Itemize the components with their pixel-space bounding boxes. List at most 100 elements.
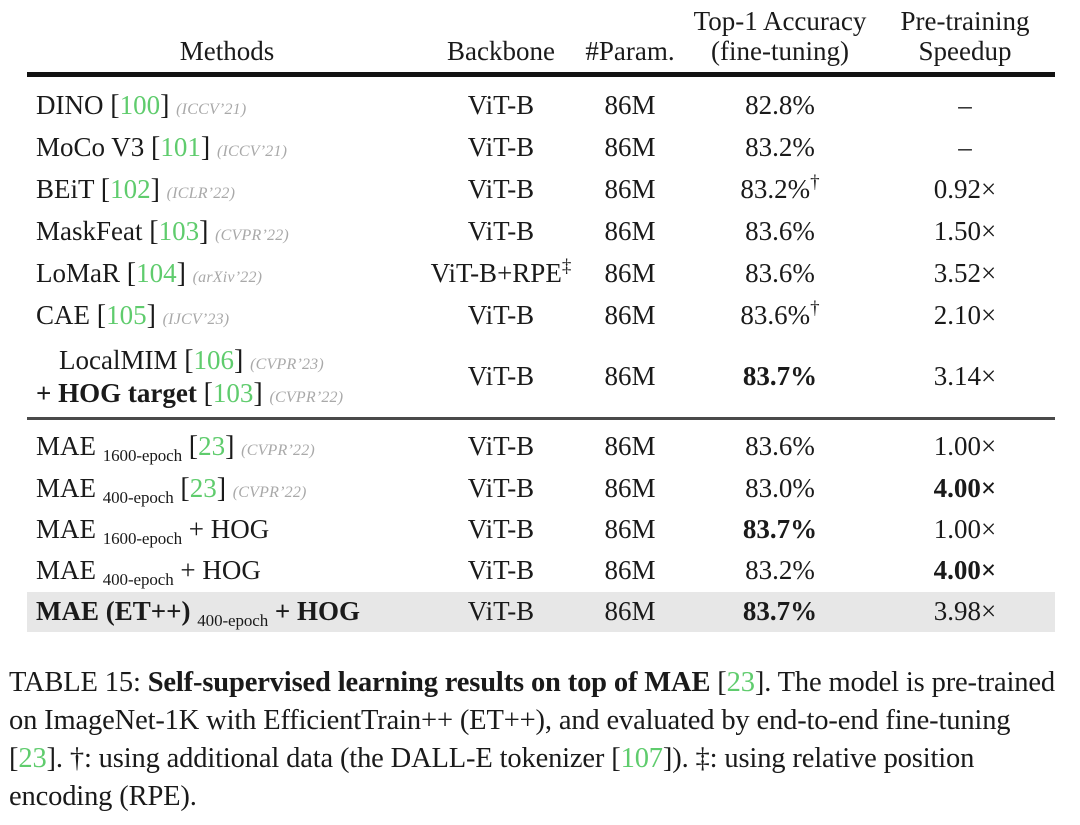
- table-row-localmim: LocalMIM [106] (CVPR’23) + HOG target [1…: [27, 337, 1055, 419]
- cell-accuracy: 83.7%: [685, 591, 875, 633]
- column-header-accuracy: Top-1 Accuracy (fine-tuning): [693, 6, 867, 67]
- dagger-marker: †: [810, 171, 820, 193]
- cell-backbone: ViT-B: [467, 555, 535, 586]
- method-subscript: 400-epoch: [197, 611, 269, 630]
- cell-param: 86M: [604, 555, 656, 586]
- cell-param: 86M: [575, 591, 685, 633]
- cell-method: LocalMIM [106] (CVPR’23) + HOG target [1…: [27, 337, 427, 419]
- cell-speedup: 0.92×: [933, 173, 997, 204]
- cell-accuracy: 82.8%: [745, 89, 815, 120]
- table-body: DINO [100] (ICCV’21) ViT-B 86M 82.8% – M…: [27, 72, 1055, 633]
- method-subscript: 400-epoch: [102, 488, 174, 508]
- cell-param: 86M: [604, 257, 656, 288]
- cell-param: 86M: [604, 360, 656, 391]
- table-row: BEiT [102] (ICLR’22) ViT-B 86M 83.2%† 0.…: [27, 169, 1055, 211]
- cell-method: CAE [105] (IJCV’23): [36, 300, 230, 332]
- method-suffix: + HOG: [188, 514, 270, 545]
- cell-method: LoMaR [104] (arXiv’22): [36, 258, 263, 290]
- cell-speedup: 1.00×: [933, 514, 997, 545]
- cell-method: MaskFeat [103] (CVPR’22): [36, 216, 289, 248]
- table-row: MAE 1600-epoch + HOG ViT-B 86M 83.7% 1.0…: [27, 510, 1055, 551]
- cell-accuracy: 83.2%: [745, 131, 815, 162]
- cell-param: 86M: [604, 430, 656, 461]
- cell-speedup: –: [958, 131, 972, 162]
- rule-middle: [27, 416, 1055, 426]
- table-row: MAE 1600-epoch [23] (CVPR’22) ViT-B 86M …: [27, 426, 1055, 468]
- caption-bold: Self-supervised learning results on top …: [147, 667, 711, 698]
- cell-backbone: ViT-B: [467, 299, 535, 330]
- table-row-highlighted: MAE (ET++) 400-epoch + HOG ViT-B 86M 83.…: [27, 591, 1055, 633]
- results-table: Methods Backbone #Param. Top-1 Accuracy …: [27, 6, 1055, 633]
- method-suffix: + HOG: [274, 596, 361, 626]
- method-subscript: 1600-epoch: [102, 446, 183, 466]
- caption-ref-3[interactable]: 107: [621, 743, 663, 774]
- header-row: Methods Backbone #Param. Top-1 Accuracy …: [27, 6, 1055, 75]
- cell-accuracy: 83.2%: [745, 555, 815, 586]
- caption-ref-1[interactable]: 23: [727, 667, 755, 698]
- cell-method: MoCo V3 [101] (ICCV’21): [36, 132, 288, 163]
- cell-param: 86M: [604, 215, 656, 246]
- cell-backbone: ViT-B: [467, 360, 535, 391]
- cell-speedup: 2.10×: [933, 299, 997, 330]
- cell-backbone: ViT-B: [427, 591, 575, 633]
- cell-method: BEiT [102] (ICLR’22): [36, 174, 236, 206]
- cell-method: MAE 400-epoch [23] (CVPR’22): [36, 473, 307, 508]
- cell-speedup: 3.98×: [875, 591, 1055, 633]
- table-row: DINO [100] (ICCV’21) ViT-B 86M 82.8% –: [27, 84, 1055, 126]
- column-header-param: #Param.: [585, 36, 675, 67]
- method-subscript: 400-epoch: [102, 570, 174, 590]
- cell-speedup: –: [958, 89, 972, 120]
- table-caption: TABLE 15: Self-supervised learning resul…: [9, 667, 1055, 812]
- cell-accuracy: 83.6%: [745, 257, 815, 288]
- cell-param: 86M: [604, 131, 656, 162]
- cell-backbone: ViT-B: [467, 89, 535, 120]
- cell-accuracy: 83.2%†: [740, 171, 820, 204]
- table-row: LoMaR [104] (arXiv’22) ViT-B+RPE‡ 86M 83…: [27, 253, 1055, 295]
- cell-accuracy: 83.6%: [745, 215, 815, 246]
- cell-method: DINO [100] (ICCV’21): [36, 89, 247, 121]
- table-figure: Methods Backbone #Param. Top-1 Accuracy …: [0, 0, 1080, 825]
- cell-backbone: ViT-B: [467, 430, 535, 461]
- cell-backbone: ViT-B: [467, 514, 535, 545]
- cell-method: MAE 1600-epoch + HOG: [36, 514, 270, 549]
- cell-method: MAE 1600-epoch [23] (CVPR’22): [36, 431, 315, 466]
- cell-speedup: 4.00×: [933, 472, 997, 503]
- cell-param: 86M: [604, 89, 656, 120]
- cell-backbone: ViT-B+RPE‡: [430, 255, 572, 288]
- column-header-speedup: Pre-training Speedup: [900, 6, 1030, 67]
- cell-accuracy: 83.7%: [742, 360, 818, 391]
- table-row: MoCo V3 [101] (ICCV’21) ViT-B 86M 83.2% …: [27, 127, 1055, 169]
- cell-speedup: 1.00×: [933, 430, 997, 461]
- cell-backbone: ViT-B: [467, 472, 535, 503]
- cell-param: 86M: [604, 299, 656, 330]
- cell-method: MAE 400-epoch + HOG: [36, 555, 261, 590]
- cell-param: 86M: [604, 173, 656, 204]
- method-suffix: + HOG: [180, 555, 261, 586]
- cell-speedup: 3.52×: [933, 257, 997, 288]
- rule-top: [27, 72, 1055, 85]
- cell-speedup: 3.14×: [933, 360, 997, 391]
- cell-accuracy: 83.7%: [742, 514, 818, 545]
- caption-label: TABLE 15:: [9, 667, 148, 698]
- cell-speedup: 4.00×: [933, 555, 997, 586]
- method-subscript: 1600-epoch: [102, 529, 183, 549]
- cell-method: MAE (ET++) 400-epoch + HOG: [27, 591, 427, 633]
- cell-accuracy: 83.0%: [745, 472, 815, 503]
- table-row: CAE [105] (IJCV’23) ViT-B 86M 83.6%† 2.1…: [27, 295, 1055, 337]
- dagger-marker: †: [810, 297, 820, 319]
- cell-backbone: ViT-B: [467, 131, 535, 162]
- caption-ref-2[interactable]: 23: [18, 743, 46, 774]
- table-header: Methods Backbone #Param. Top-1 Accuracy …: [27, 6, 1055, 75]
- table-row: MAE 400-epoch + HOG ViT-B 86M 83.2% 4.00…: [27, 551, 1055, 592]
- cell-speedup: 1.50×: [933, 215, 997, 246]
- column-header-backbone: Backbone: [447, 36, 555, 67]
- caption-rest-2: ]. †: using additional data (the DALL-E …: [46, 743, 621, 774]
- cell-accuracy: 83.6%: [745, 430, 815, 461]
- double-dagger-marker: ‡: [561, 255, 572, 277]
- column-header-methods: Methods: [179, 36, 275, 67]
- cell-param: 86M: [604, 472, 656, 503]
- cell-accuracy: 83.6%†: [740, 297, 820, 330]
- cell-backbone: ViT-B: [467, 215, 535, 246]
- cell-param: 86M: [604, 514, 656, 545]
- cell-backbone: ViT-B: [467, 173, 535, 204]
